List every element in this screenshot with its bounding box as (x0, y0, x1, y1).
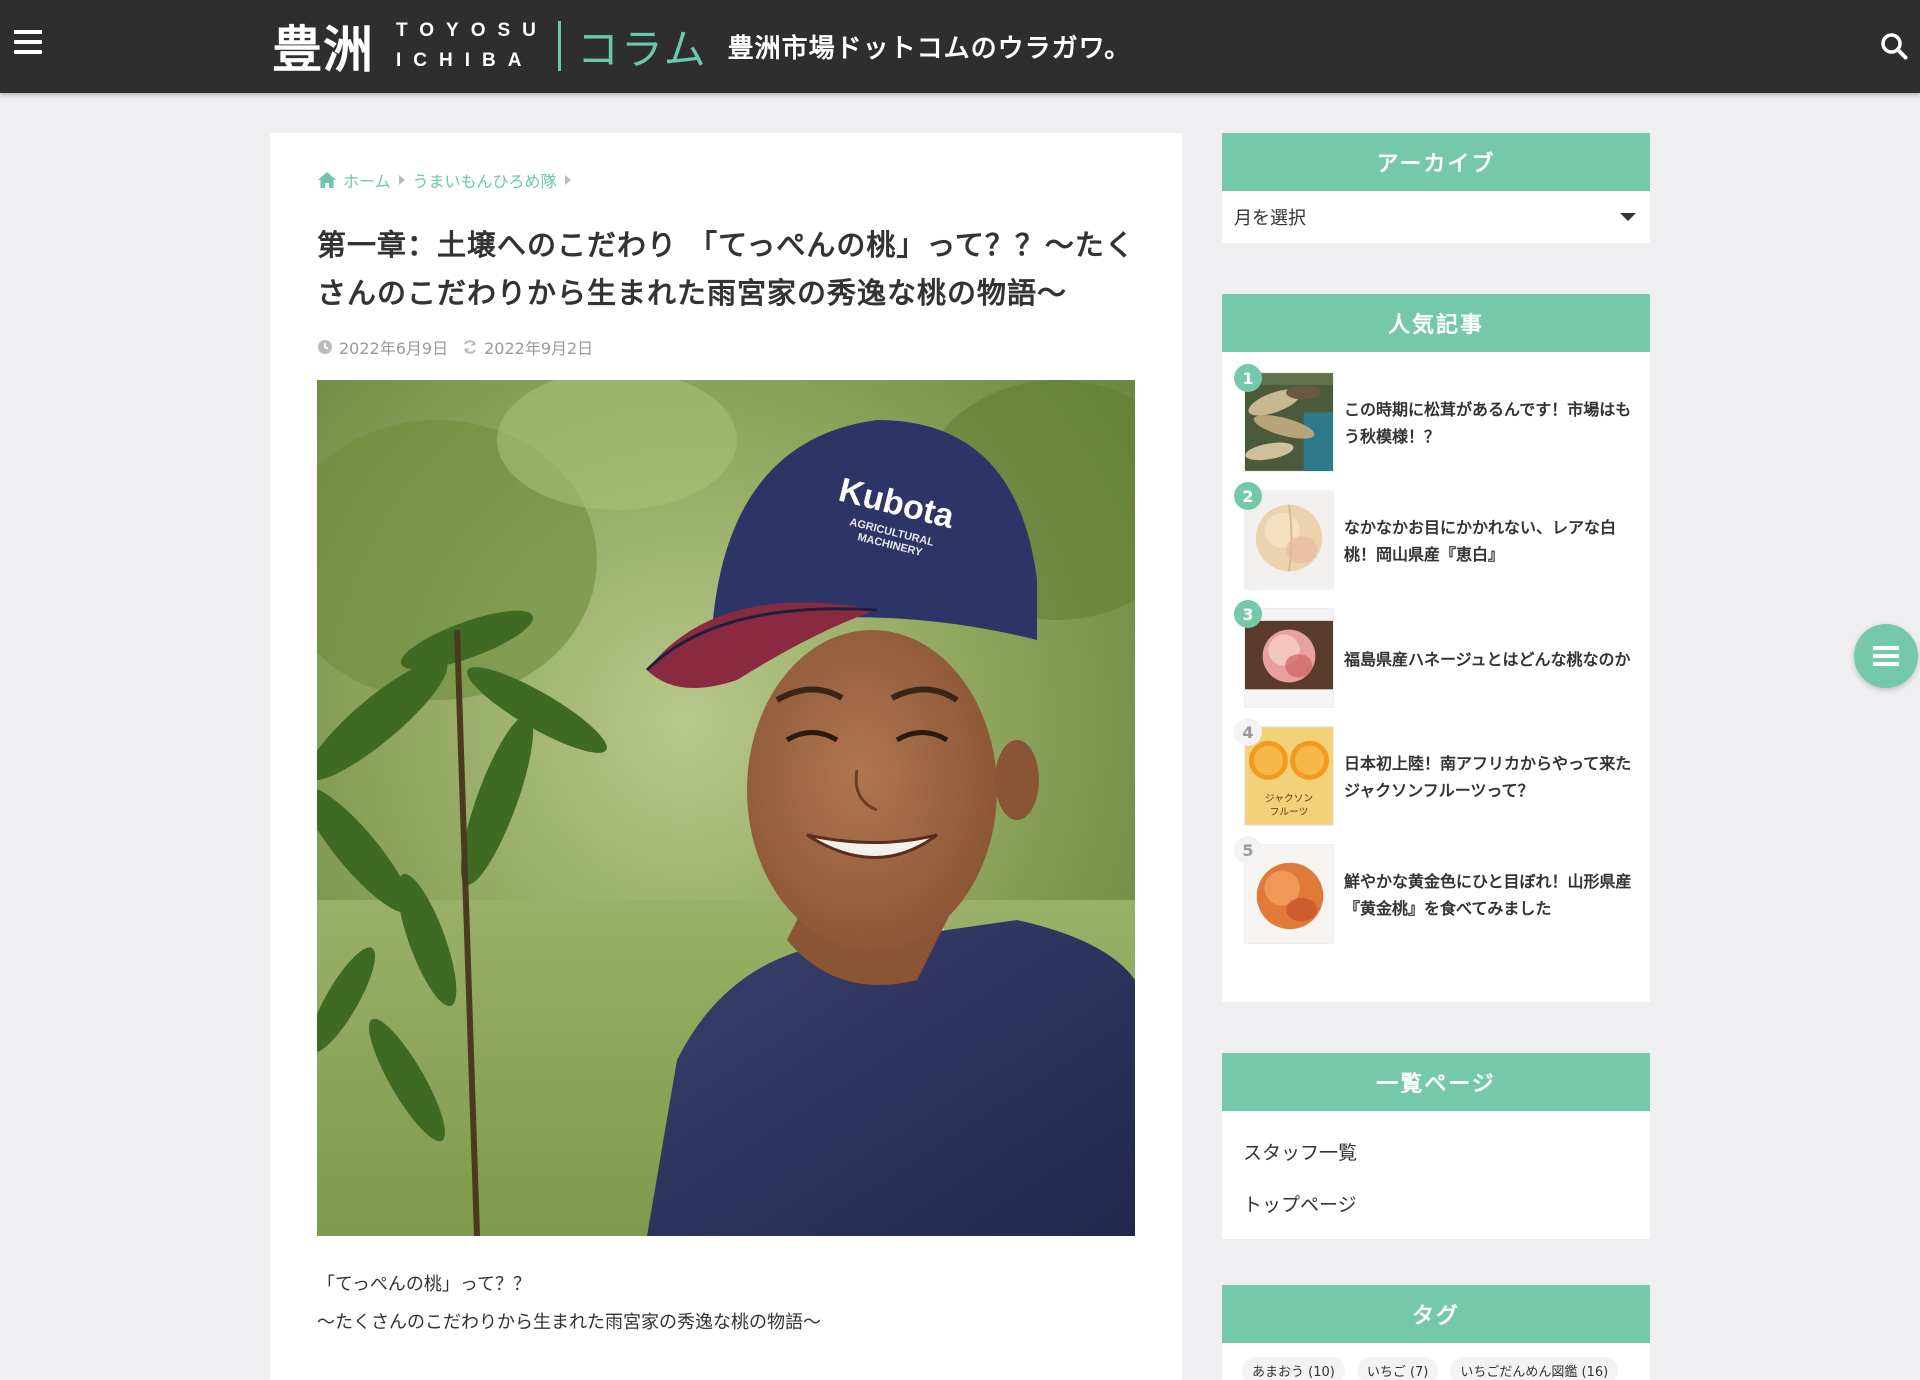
toc-float-button[interactable] (1854, 624, 1918, 688)
popular-item-title: 鮮やかな黄金色にひと目ぼれ！山形県産『黄金桃』を食べてみました (1344, 872, 1632, 918)
list-icon (1873, 646, 1899, 666)
article-card: ホーム うまいもんひろめ隊 第一章：土壌へのこだわり 「てっぺんの桃」って？？〜… (270, 133, 1182, 1380)
home-icon[interactable] (317, 171, 337, 189)
popular-widget: 人気記事 1 この時期に松茸があるんです！市場はもう秋模様！？ 2 なかなかお目… (1222, 294, 1650, 1002)
rank-badge: 3 (1234, 600, 1262, 628)
intro-line-1: 「てっぺんの桃」って？？ (317, 1274, 532, 1295)
logo-latin: TOYOSU ICHIBA (396, 21, 548, 71)
archive-month-select[interactable]: 月を選択 (1222, 191, 1650, 243)
article-title: 第一章：土壌へのこだわり 「てっぺんの桃」って？？〜たくさんのこだわりから生まれ… (317, 228, 1135, 310)
popular-item-title: なかなかお目にかかれない、レアな白桃！岡山県産『恵白』 (1344, 518, 1617, 564)
refresh-icon (464, 340, 477, 354)
pages-list: スタッフ一覧 トップページ (1222, 1111, 1650, 1239)
pages-widget: 一覧ページ スタッフ一覧 トップページ (1222, 1053, 1650, 1239)
popular-item[interactable]: 5 鮮やかな黄金色にひと目ぼれ！山形県産『黄金桃』を食べてみました (1222, 836, 1650, 954)
thumb-label-2: フルーツ (1270, 807, 1309, 818)
rank-badge: 4 (1234, 718, 1262, 746)
tag-chip[interactable]: いちごだんめん図鑑 (16) (1450, 1357, 1619, 1380)
thumb-label-1: ジャクソン (1265, 792, 1313, 804)
rank-badge: 5 (1234, 836, 1262, 864)
popular-item[interactable]: 1 この時期に松茸があるんです！市場はもう秋模様！？ (1222, 364, 1650, 482)
chevron-down-icon (1620, 213, 1636, 221)
popular-list: 1 この時期に松茸があるんです！市場はもう秋模様！？ 2 なかなかお目にかかれな… (1222, 352, 1650, 964)
clock-icon (318, 340, 332, 354)
breadcrumb-separator-icon (564, 175, 571, 185)
rank-badge: 1 (1234, 364, 1262, 392)
site-tagline: 豊洲市場ドットコムのウラガワ。 (727, 33, 1132, 64)
logo-column-label: コラム (576, 24, 708, 74)
tags-widget-title: タグ (1222, 1285, 1650, 1343)
popular-item[interactable]: 4 ジャクソン フルーツ 日本初上陸！南アフリカからやって来たジャクソンフルーツ… (1222, 718, 1650, 836)
tags-widget: タグ あまおう (10) いちご (7) いちごだんめん図鑑 (16) (1222, 1285, 1650, 1380)
breadcrumb-home[interactable]: ホーム (343, 168, 391, 192)
logo-kanji: 豊洲 (272, 21, 374, 79)
breadcrumb-category[interactable]: うまいもんひろめ隊 (413, 168, 557, 192)
popular-widget-title: 人気記事 (1222, 294, 1650, 352)
archive-widget-title: アーカイブ (1222, 133, 1650, 191)
published-date: 2022年6月9日 (339, 339, 449, 358)
updated-date-wrap: 2022年9月2日 (462, 335, 593, 359)
breadcrumb-separator-icon (398, 175, 405, 185)
tag-list: あまおう (10) いちご (7) いちごだんめん図鑑 (16) (1222, 1343, 1650, 1380)
article-intro: 「てっぺんの桃」って？？ 〜たくさんのこだわりから生まれた雨宮家の秀逸な桃の物語… (317, 1266, 821, 1342)
popular-item[interactable]: 2 なかなかお目にかかれない、レアな白桃！岡山県産『恵白』 (1222, 482, 1650, 600)
logo-latin-bottom: ICHIBA (396, 50, 534, 71)
logo-divider (557, 21, 561, 71)
popular-item-title: 福島県産ハネージュとはどんな桃なのか (1344, 649, 1631, 669)
article-dates: 2022年6月9日 2022年9月2日 (317, 335, 593, 359)
staff-list-link[interactable]: スタッフ一覧 (1222, 1125, 1650, 1177)
site-header: 豊洲 TOYOSU ICHIBA コラム 豊洲市場ドットコムのウラガワ。 (0, 0, 1920, 93)
popular-item-title: この時期に松茸があるんです！市場はもう秋模様！？ (1344, 400, 1632, 446)
archive-widget: アーカイブ 月を選択 (1222, 133, 1650, 243)
intro-line-2: 〜たくさんのこだわりから生まれた雨宮家の秀逸な桃の物語〜 (317, 1312, 821, 1333)
pages-widget-title: 一覧ページ (1222, 1053, 1650, 1111)
breadcrumb: ホーム うまいもんひろめ隊 (317, 168, 579, 192)
archive-select-label: 月を選択 (1234, 208, 1306, 229)
tag-chip[interactable]: あまおう (10) (1242, 1357, 1345, 1380)
menu-icon[interactable] (14, 30, 42, 54)
popular-item-title: 日本初上陸！南アフリカからやって来たジャクソンフルーツって？ (1344, 754, 1632, 800)
rank-badge: 2 (1234, 482, 1262, 510)
top-page-link[interactable]: トップページ (1222, 1177, 1650, 1229)
popular-item[interactable]: 3 福島県産ハネージュとはどんな桃なのか (1222, 600, 1650, 718)
site-logo[interactable]: 豊洲 TOYOSU ICHIBA コラム 豊洲市場ドットコムのウラガワ。 (272, 14, 1132, 80)
logo-latin-top: TOYOSU (396, 20, 548, 41)
updated-date: 2022年9月2日 (484, 339, 594, 358)
hero-photo: Kubota AGRICULTURAL MACHINERY (317, 380, 1135, 1236)
search-icon[interactable] (1880, 32, 1908, 60)
tag-chip[interactable]: いちご (7) (1356, 1357, 1439, 1380)
